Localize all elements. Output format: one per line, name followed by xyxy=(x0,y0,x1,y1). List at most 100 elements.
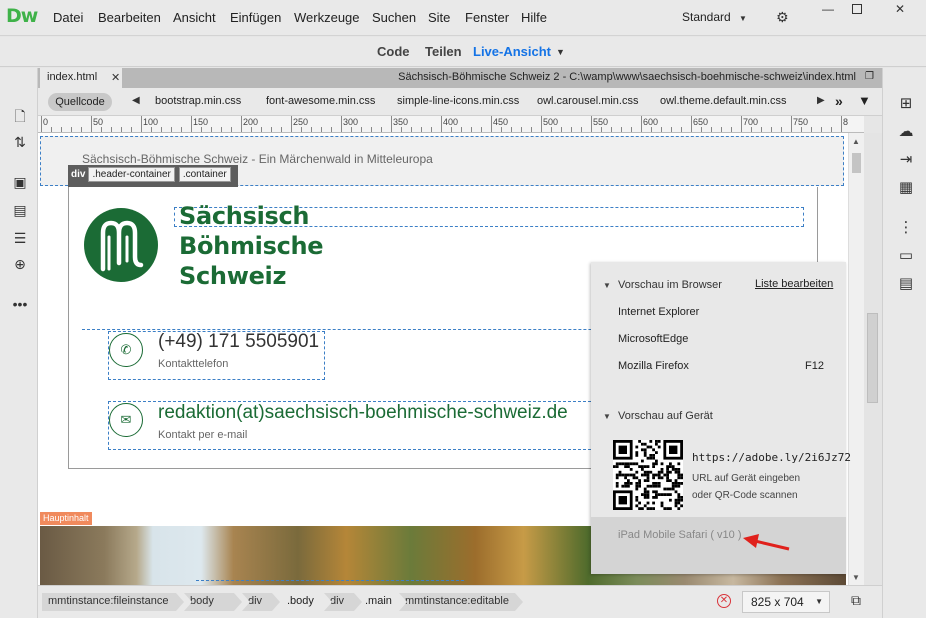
workspace-switcher[interactable]: Standard xyxy=(682,10,731,24)
breadcrumb-item[interactable]: div xyxy=(324,593,362,611)
window-size-select[interactable]: 825 x 704 ▼ xyxy=(742,591,830,613)
menu-suchen[interactable]: Suchen xyxy=(372,10,416,25)
maximize-button[interactable] xyxy=(852,4,862,14)
qr-module xyxy=(677,470,681,474)
chevron-down-icon[interactable]: ▼ xyxy=(739,14,747,23)
menu-ansicht[interactable]: Ansicht xyxy=(173,10,216,25)
inspect-icon[interactable]: ▤ xyxy=(10,202,30,220)
sitemap-icon[interactable]: ⊞ xyxy=(895,94,917,114)
browser-microsoft-edge[interactable]: MicrosoftEdge xyxy=(618,333,688,345)
main-content-tag[interactable]: Hauptinhalt xyxy=(40,512,92,525)
breadcrumb-class[interactable]: .main xyxy=(365,595,392,607)
code-view-button[interactable]: Code xyxy=(377,44,410,59)
dom-icon[interactable]: ⋮ xyxy=(895,218,917,238)
related-file[interactable]: owl.carousel.min.css xyxy=(537,95,638,107)
breadcrumb-item[interactable]: div xyxy=(242,593,280,611)
breadcrumb-item[interactable]: body xyxy=(184,593,242,611)
browser-internet-explorer[interactable]: Internet Explorer xyxy=(618,306,699,318)
qr-module xyxy=(669,465,672,468)
qr-module xyxy=(643,451,647,454)
related-file[interactable]: simple-line-icons.min.css xyxy=(397,95,519,107)
scroll-left-icon[interactable]: ◀ xyxy=(132,95,140,106)
restore-icon[interactable]: ❐ xyxy=(865,71,874,82)
tab-index-html[interactable]: index.html ✕ xyxy=(40,68,122,88)
menu-hilfe[interactable]: Hilfe xyxy=(521,10,547,25)
live-view-button[interactable]: Live-Ansicht xyxy=(473,44,551,59)
minimize-button[interactable]: — xyxy=(814,2,842,20)
class-chip[interactable]: .header-container xyxy=(88,167,175,182)
scroll-down-icon[interactable]: ▼ xyxy=(852,573,860,582)
close-button[interactable]: ✕ xyxy=(886,2,914,20)
menu-bearbeiten[interactable]: Bearbeiten xyxy=(98,10,161,25)
code-tag-icon[interactable]: ▣ xyxy=(10,174,30,192)
qr-module xyxy=(657,445,661,449)
class-chip[interactable]: .container xyxy=(178,167,231,182)
source-code-button[interactable]: Quellcode xyxy=(48,93,112,111)
qr-module xyxy=(643,490,647,494)
logo-line: Sächsisch xyxy=(179,202,310,230)
ruler-label: 550 xyxy=(593,117,609,127)
related-file[interactable]: font-awesome.min.css xyxy=(266,95,375,107)
qr-module xyxy=(627,465,630,468)
close-icon[interactable]: ✕ xyxy=(111,71,120,84)
menu-werkzeuge[interactable]: Werkzeuge xyxy=(294,10,360,25)
vertical-scrollbar[interactable]: ▲ ▼ xyxy=(848,133,864,585)
scroll-up-icon[interactable]: ▲ xyxy=(852,137,860,146)
ruler-minor-tick xyxy=(181,127,182,132)
assets-icon[interactable]: ▦ xyxy=(895,178,917,198)
qr-module xyxy=(677,473,681,477)
new-file-icon[interactable]: 🗋 xyxy=(10,106,30,124)
qr-module xyxy=(677,501,681,505)
filter-icon[interactable]: ▼ xyxy=(858,93,871,108)
element-selector-tag[interactable]: div .header-container .container xyxy=(68,165,238,187)
breadcrumb-label: div xyxy=(248,595,263,607)
splitter-handle[interactable] xyxy=(867,313,878,403)
related-file[interactable]: bootstrap.min.css xyxy=(155,95,241,107)
creative-cloud-icon[interactable]: ☁ xyxy=(895,122,917,142)
ruler-minor-tick xyxy=(731,127,732,132)
chevron-down-icon[interactable]: ▼ xyxy=(603,281,611,290)
chevron-down-icon[interactable]: ▼ xyxy=(603,412,611,421)
qr-module xyxy=(666,487,669,491)
breadcrumb-item[interactable]: mmtinstance:fileinstance xyxy=(42,593,184,611)
qr-module xyxy=(615,484,619,488)
panel-splitter[interactable] xyxy=(864,133,882,585)
qr-module xyxy=(666,465,669,468)
qr-module xyxy=(677,468,681,471)
ruler-tick xyxy=(541,116,542,132)
scroll-thumb[interactable] xyxy=(852,153,861,173)
format-icon[interactable]: ☰ xyxy=(10,230,30,248)
scroll-right-icon[interactable]: ▶ xyxy=(817,95,825,106)
breadcrumb-item[interactable]: mmtinstance:editable xyxy=(399,593,523,611)
qr-module xyxy=(677,498,681,502)
insert-icon[interactable]: ⇥ xyxy=(895,150,917,170)
sync-settings-icon[interactable]: ⚙ xyxy=(776,9,789,26)
toolbox-icon[interactable]: ▭ xyxy=(895,246,917,266)
qr-module xyxy=(638,507,641,510)
more-icon[interactable]: ••• xyxy=(10,296,30,314)
snippets-icon[interactable]: ▤ xyxy=(895,274,917,294)
device-item[interactable]: iPad Mobile Safari ( v10 ) xyxy=(591,517,846,574)
browser-mozilla-firefox[interactable]: Mozilla Firefox xyxy=(618,360,689,372)
menu-datei[interactable]: Datei xyxy=(53,10,83,25)
related-file[interactable]: owl.theme.default.min.css xyxy=(660,95,787,107)
target-icon[interactable]: ⊕ xyxy=(10,256,30,274)
ruler-minor-tick xyxy=(751,127,752,132)
phone-number[interactable]: (+49) 171 5505901 xyxy=(158,331,319,353)
breadcrumb-class[interactable]: .body xyxy=(287,595,314,607)
qr-module xyxy=(677,484,681,488)
email-address[interactable]: redaktion(at)saechsisch-boehmische-schwe… xyxy=(158,402,568,424)
split-view-button[interactable]: Teilen xyxy=(425,44,462,59)
edit-list-link[interactable]: Liste bearbeiten xyxy=(755,278,833,290)
qr-module xyxy=(649,470,653,474)
device-preview-icon[interactable]: ⧉ xyxy=(851,592,861,609)
error-icon[interactable]: ✕ xyxy=(717,594,731,608)
sort-icon[interactable]: ⇅ xyxy=(10,134,30,152)
more-files-icon[interactable]: » xyxy=(835,93,843,109)
menu-site[interactable]: Site xyxy=(428,10,450,25)
ruler-minor-tick xyxy=(161,127,162,132)
menu-einfuegen[interactable]: Einfügen xyxy=(230,10,281,25)
chevron-down-icon[interactable]: ▼ xyxy=(556,47,565,57)
preview-url[interactable]: https://adobe.ly/2i6Jz72 xyxy=(692,451,851,464)
menu-fenster[interactable]: Fenster xyxy=(465,10,509,25)
